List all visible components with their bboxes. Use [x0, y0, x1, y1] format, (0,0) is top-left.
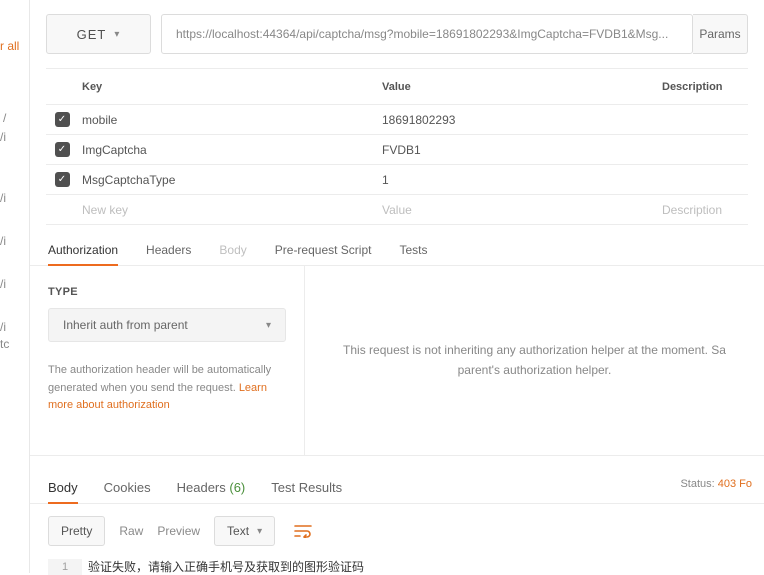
- chevron-down-icon: ▾: [266, 320, 271, 331]
- sidebar-text: /: [3, 111, 6, 125]
- col-value: Value: [378, 81, 658, 93]
- request-tabs: Authorization Headers Body Pre-request S…: [30, 227, 764, 266]
- params-button[interactable]: Params: [693, 14, 748, 54]
- chevron-down-icon: ▾: [257, 526, 262, 537]
- auth-note: The authorization header will be automat…: [48, 362, 286, 415]
- tab-body[interactable]: Body: [219, 237, 246, 265]
- response-line[interactable]: 1 验证失败，请输入正确手机号及获取到的图形验证码: [48, 558, 746, 575]
- tab-authorization[interactable]: Authorization: [48, 237, 118, 265]
- method-select[interactable]: GET ▾: [46, 14, 151, 54]
- checkbox-icon[interactable]: ✓: [55, 142, 70, 157]
- resp-tab-testresults[interactable]: Test Results: [271, 474, 342, 503]
- response-tabs: Body Cookies Headers (6) Test Results St…: [30, 456, 764, 504]
- main: GET ▾ https://localhost:44364/api/captch…: [30, 0, 764, 573]
- chevron-down-icon: ▾: [114, 29, 120, 40]
- url-input[interactable]: https://localhost:44364/api/captcha/msg?…: [161, 14, 693, 54]
- method-label: GET: [77, 27, 107, 42]
- sidebar-text[interactable]: r all: [0, 39, 19, 53]
- line-number: 1: [48, 559, 82, 575]
- col-desc: Description: [658, 81, 748, 93]
- param-row[interactable]: ✓ mobile 18691802293: [46, 105, 748, 135]
- tab-tests[interactable]: Tests: [399, 237, 427, 265]
- params-header-row: Key Value Description: [46, 69, 748, 105]
- param-row[interactable]: ✓ MsgCaptchaType 1: [46, 165, 748, 195]
- param-row-new[interactable]: New key Value Description: [46, 195, 748, 225]
- status-code: 403 Fo: [718, 478, 752, 490]
- response-text[interactable]: 验证失败，请输入正确手机号及获取到的图形验证码: [82, 558, 364, 575]
- tab-headers[interactable]: Headers: [146, 237, 191, 265]
- tab-prerequest[interactable]: Pre-request Script: [275, 237, 372, 265]
- sidebar-text: /i: [0, 277, 6, 291]
- status-area: Status: 403 Fo: [680, 478, 752, 490]
- checkbox-icon[interactable]: ✓: [55, 172, 70, 187]
- col-key: Key: [78, 81, 378, 93]
- sidebar-text: /i: [0, 191, 6, 205]
- checkbox-icon[interactable]: ✓: [55, 112, 70, 127]
- auth-left-panel: TYPE Inherit auth from parent ▾ The auth…: [30, 266, 305, 455]
- response-body: 1 验证失败，请输入正确手机号及获取到的图形验证码: [30, 558, 764, 575]
- sidebar-text: /i: [0, 320, 6, 334]
- auth-type-select[interactable]: Inherit auth from parent ▾: [48, 308, 286, 342]
- preview-button[interactable]: Preview: [157, 524, 200, 538]
- sidebar-text: /i: [0, 130, 6, 144]
- params-table: Key Value Description ✓ mobile 186918022…: [46, 68, 748, 225]
- auth-right-panel: This request is not inheriting any autho…: [305, 266, 764, 455]
- raw-button[interactable]: Raw: [119, 524, 143, 538]
- resp-tab-body[interactable]: Body: [48, 474, 78, 503]
- auth-type-label: TYPE: [48, 286, 286, 298]
- sidebar: r all / /i /i /i /i /i tc: [0, 0, 30, 573]
- request-bar: GET ▾ https://localhost:44364/api/captch…: [30, 0, 764, 68]
- sidebar-text: /i: [0, 234, 6, 248]
- sidebar-text: tc: [0, 337, 9, 351]
- resp-tab-cookies[interactable]: Cookies: [104, 474, 151, 503]
- wrap-lines-icon[interactable]: [289, 517, 317, 545]
- format-select[interactable]: Text ▾: [214, 516, 275, 546]
- resp-tab-headers[interactable]: Headers (6): [177, 474, 246, 503]
- pretty-button[interactable]: Pretty: [48, 516, 105, 546]
- response-toolbar: Pretty Raw Preview Text ▾: [30, 504, 764, 558]
- auth-section: TYPE Inherit auth from parent ▾ The auth…: [30, 266, 764, 456]
- param-row[interactable]: ✓ ImgCaptcha FVDB1: [46, 135, 748, 165]
